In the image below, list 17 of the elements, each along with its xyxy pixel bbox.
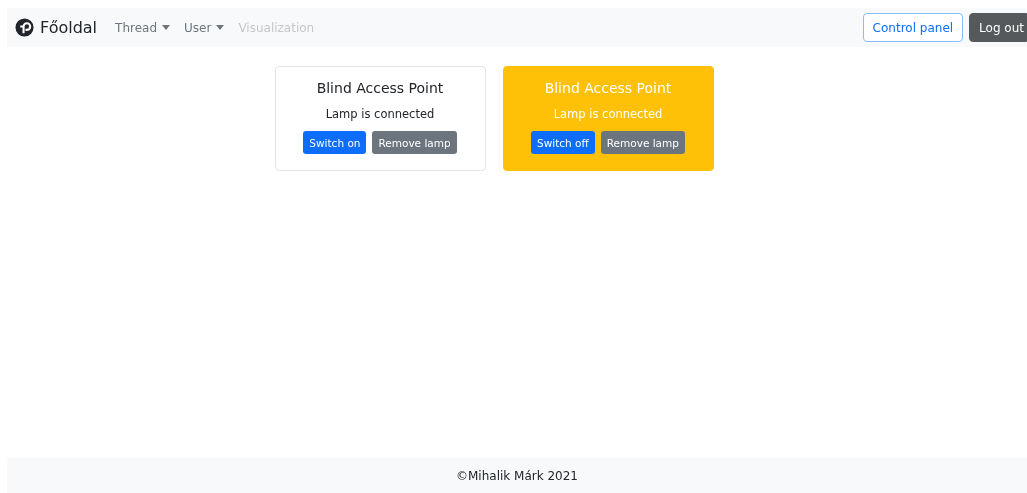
- log-out-button[interactable]: Log out: [969, 13, 1027, 42]
- switch-button[interactable]: Switch off: [531, 131, 595, 154]
- lamp-status: Lamp is connected: [553, 107, 663, 121]
- brand-link[interactable]: Főoldal: [15, 18, 98, 37]
- caret-icon: [216, 25, 225, 30]
- dropdown-toggle[interactable]: Thread: [115, 20, 171, 35]
- switch-button[interactable]: Switch on: [303, 131, 367, 154]
- lamp-status: Lamp is connected: [325, 107, 435, 121]
- remove-lamp-button[interactable]: Remove lamp: [372, 131, 457, 154]
- control-panel-button[interactable]: Control panel: [862, 13, 964, 42]
- copyright-text: ©Mihalik Márk 2021: [456, 468, 578, 483]
- remove-lamp-button[interactable]: Remove lamp: [600, 131, 685, 154]
- caret-icon: [162, 25, 171, 30]
- card-title: Blind Access Point: [316, 80, 444, 96]
- card-title: Blind Access Point: [544, 80, 672, 96]
- logo-icon: [15, 18, 34, 37]
- dropdown-toggle[interactable]: User: [184, 20, 225, 35]
